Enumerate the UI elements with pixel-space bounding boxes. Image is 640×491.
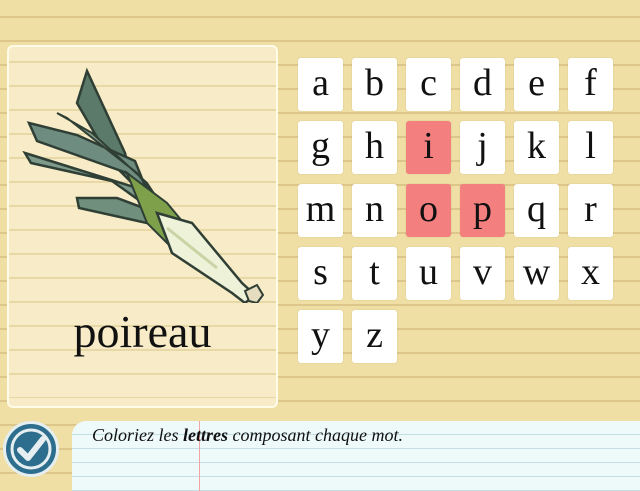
checkmark-icon	[10, 428, 52, 470]
letter-tile-t[interactable]: t	[352, 247, 397, 300]
letter-tile-k[interactable]: k	[514, 121, 559, 174]
letter-tile-c[interactable]: c	[406, 58, 451, 111]
letter-tile-h[interactable]: h	[352, 121, 397, 174]
instruction-text-end: composant chaque mot.	[228, 425, 403, 445]
validate-button[interactable]	[3, 421, 59, 477]
instruction-text-bold: lettres	[183, 425, 229, 445]
letter-tile-v[interactable]: v	[460, 247, 505, 300]
letter-tile-i[interactable]: i	[406, 121, 451, 174]
word-card: poireau	[7, 45, 278, 408]
letter-tile-w[interactable]: w	[514, 247, 559, 300]
letter-tile-f[interactable]: f	[568, 58, 613, 111]
letter-tile-s[interactable]: s	[298, 247, 343, 300]
letter-tile-q[interactable]: q	[514, 184, 559, 237]
letter-tile-a[interactable]: a	[298, 58, 343, 111]
letter-tile-y[interactable]: y	[298, 310, 343, 363]
letter-tile-l[interactable]: l	[568, 121, 613, 174]
instruction-text-start: Coloriez les	[92, 425, 184, 445]
leek-icon	[22, 67, 265, 303]
letter-tile-r[interactable]: r	[568, 184, 613, 237]
letter-tile-o[interactable]: o	[406, 184, 451, 237]
letter-tile-e[interactable]: e	[514, 58, 559, 111]
letter-tile-d[interactable]: d	[460, 58, 505, 111]
instruction-text: Coloriez les lettres composant chaque mo…	[92, 425, 403, 446]
letter-tile-b[interactable]: b	[352, 58, 397, 111]
letter-tile-m[interactable]: m	[298, 184, 343, 237]
letter-tile-u[interactable]: u	[406, 247, 451, 300]
letter-tile-x[interactable]: x	[568, 247, 613, 300]
letter-tile-z[interactable]: z	[352, 310, 397, 363]
instruction-bar: Coloriez les lettres composant chaque mo…	[72, 421, 640, 491]
letter-tile-n[interactable]: n	[352, 184, 397, 237]
letter-tile-j[interactable]: j	[460, 121, 505, 174]
letter-tile-p[interactable]: p	[460, 184, 505, 237]
letter-tile-g[interactable]: g	[298, 121, 343, 174]
word-label: poireau	[73, 306, 212, 357]
